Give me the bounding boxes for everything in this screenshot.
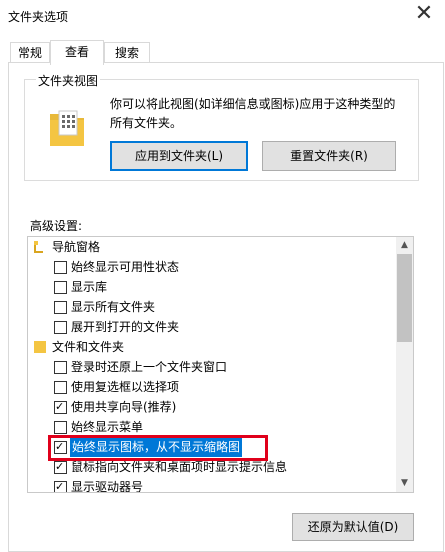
checkbox[interactable] bbox=[54, 397, 67, 417]
checkbox[interactable] bbox=[54, 381, 67, 394]
checkbox[interactable] bbox=[54, 261, 67, 274]
checkbox[interactable] bbox=[54, 301, 67, 314]
checkbox[interactable] bbox=[54, 457, 67, 477]
checkbox[interactable] bbox=[54, 321, 67, 334]
folder-icon bbox=[34, 341, 46, 353]
list-item-label: 始终显示可用性状态 bbox=[71, 260, 180, 274]
list-item-label: 显示所有文件夹 bbox=[71, 300, 156, 314]
vertical-scrollbar[interactable]: ▲ ▼ bbox=[396, 237, 413, 492]
scrollbar-thumb[interactable] bbox=[397, 254, 412, 342]
scroll-up-icon[interactable]: ▲ bbox=[396, 237, 413, 254]
folder-views-label: 文件夹视图 bbox=[36, 72, 101, 89]
folder-view-icon bbox=[44, 108, 90, 150]
list-item-label: 显示库 bbox=[71, 280, 108, 294]
tab-view[interactable]: 查看 bbox=[50, 40, 104, 65]
list-item-label: 使用共享向导(推荐) bbox=[71, 400, 177, 414]
list-item-label: 登录时还原上一个文件夹窗口 bbox=[71, 360, 228, 374]
list-group-label: 导航窗格 bbox=[52, 240, 101, 254]
checkbox[interactable] bbox=[54, 421, 67, 434]
checkbox[interactable] bbox=[54, 281, 67, 294]
close-icon[interactable]: ✕ bbox=[411, 2, 437, 26]
list-item-label: 始终显示菜单 bbox=[71, 420, 144, 434]
reset-folders-button[interactable]: 重置文件夹(R) bbox=[262, 141, 396, 171]
scroll-down-icon[interactable]: ▼ bbox=[396, 475, 413, 492]
annotation-highlight-box bbox=[48, 435, 268, 461]
list-item-label: 使用复选框以选择项 bbox=[71, 380, 180, 394]
apply-to-folders-button[interactable]: 应用到文件夹(L) bbox=[110, 141, 248, 171]
window-title: 文件夹选项 bbox=[8, 10, 69, 24]
restore-defaults-button[interactable]: 还原为默认值(D) bbox=[292, 513, 414, 541]
advanced-settings-label: 高级设置: bbox=[30, 219, 83, 233]
tab-search[interactable]: 搜索 bbox=[104, 42, 150, 63]
tab-general[interactable]: 常规 bbox=[10, 42, 50, 63]
checkbox[interactable] bbox=[54, 477, 67, 492]
navigation-pane-icon bbox=[33, 240, 45, 254]
checkbox[interactable] bbox=[54, 361, 67, 374]
list-group-label: 文件和文件夹 bbox=[52, 340, 125, 354]
folder-views-description: 你可以将此视图(如详细信息或图标)应用于这种类型的所有文件夹。 bbox=[110, 97, 396, 130]
list-item-label: 展开到打开的文件夹 bbox=[71, 320, 180, 334]
list-item-label: 显示驱动器号 bbox=[71, 480, 144, 493]
